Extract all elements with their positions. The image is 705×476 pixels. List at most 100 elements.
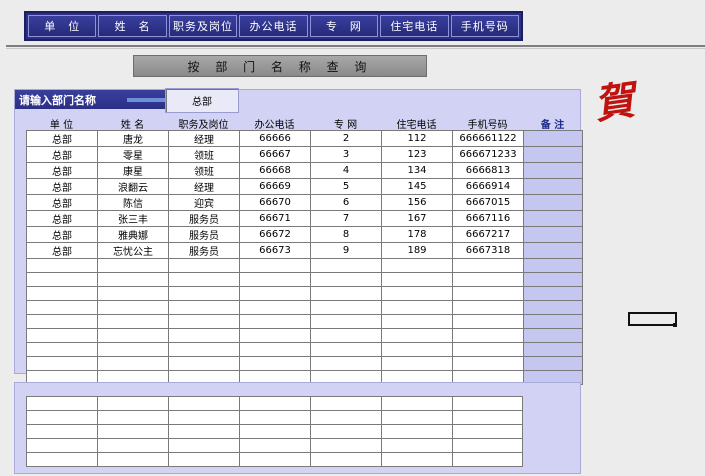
table-cell bbox=[310, 452, 382, 467]
table-cell: 陈信 bbox=[97, 194, 169, 211]
table-cell bbox=[239, 328, 311, 343]
table-cell bbox=[523, 342, 583, 357]
table-cell bbox=[310, 410, 382, 425]
results-table: 总部 唐龙 经理 66666 2 112 666661122 总部 零星 领班 66667 3 123 6… bbox=[26, 130, 583, 385]
table-cell bbox=[168, 438, 240, 453]
table-cell: 经理 bbox=[168, 130, 240, 147]
table-cell bbox=[97, 286, 169, 301]
table-cell: 3 bbox=[310, 146, 382, 163]
query-by-department-button[interactable]: 按 部 门 名 称 查 询 bbox=[133, 55, 427, 77]
table-cell: 6666914 bbox=[452, 178, 524, 195]
table-row bbox=[26, 286, 583, 301]
table-row[interactable]: 总部 唐龙 经理 66666 2 112 666661122 bbox=[26, 130, 583, 147]
table-cell bbox=[239, 410, 311, 425]
table-cell: 189 bbox=[381, 242, 453, 259]
top-nav: 单 位姓 名职务及岗位 办公电话专 网住宅电话 手机号码 bbox=[24, 11, 523, 41]
table-cell bbox=[97, 356, 169, 371]
table-header: 单 位 姓 名 职务及岗位 办公电话 专 网 住宅电话 手机号码 备 注 bbox=[26, 116, 582, 131]
table-cell bbox=[168, 396, 240, 411]
table-cell bbox=[523, 226, 583, 243]
table-cell: 2 bbox=[310, 130, 382, 147]
department-input[interactable]: 总部 bbox=[165, 88, 239, 113]
table-cell bbox=[523, 314, 583, 329]
table-cell: 零星 bbox=[97, 146, 169, 163]
table-row[interactable]: 总部 陈信 迎宾 66670 6 156 6667015 bbox=[26, 194, 583, 211]
table-cell: 总部 bbox=[26, 162, 98, 179]
table-cell bbox=[97, 424, 169, 439]
table-cell bbox=[168, 272, 240, 287]
table-cell bbox=[452, 410, 523, 425]
table-cell bbox=[452, 328, 524, 343]
table-cell: 唐龙 bbox=[97, 130, 169, 147]
table-row bbox=[26, 452, 523, 467]
table-cell bbox=[97, 396, 169, 411]
table-row[interactable]: 总部 零星 领班 66667 3 123 666671233 bbox=[26, 146, 583, 163]
table-cell: 领班 bbox=[168, 146, 240, 163]
table-cell bbox=[452, 356, 524, 371]
table-cell bbox=[168, 356, 240, 371]
table-cell bbox=[26, 438, 98, 453]
table-cell: 张三丰 bbox=[97, 210, 169, 227]
table-cell: 服务员 bbox=[168, 226, 240, 243]
table-cell: 6667217 bbox=[452, 226, 524, 243]
nav-button-4[interactable]: 专 网 bbox=[309, 15, 379, 37]
table-cell: 总部 bbox=[26, 242, 98, 259]
column-header: 备 注 bbox=[540, 119, 565, 131]
table-row[interactable]: 总部 浪翻云 经理 66669 5 145 6666914 bbox=[26, 178, 583, 195]
table-cell bbox=[26, 328, 98, 343]
table-cell bbox=[523, 258, 583, 273]
column-header: 职务及岗位 bbox=[178, 119, 229, 131]
table-cell bbox=[523, 286, 583, 301]
table-cell bbox=[523, 300, 583, 315]
table-cell bbox=[523, 272, 583, 287]
table-cell bbox=[310, 314, 382, 329]
table-cell: 66672 bbox=[239, 226, 311, 243]
table-cell bbox=[523, 210, 583, 227]
table-cell: 7 bbox=[310, 210, 382, 227]
table-cell bbox=[381, 328, 453, 343]
table-cell: 66666 bbox=[239, 130, 311, 147]
empty-box bbox=[628, 312, 677, 326]
table-cell bbox=[97, 410, 169, 425]
table-row bbox=[26, 424, 523, 439]
table-cell bbox=[26, 300, 98, 315]
table-row bbox=[26, 258, 583, 273]
table-cell: 浪翻云 bbox=[97, 178, 169, 195]
table-row bbox=[26, 356, 583, 371]
table-cell bbox=[97, 328, 169, 343]
nav-button-3[interactable]: 办公电话 bbox=[239, 15, 308, 37]
table-row[interactable]: 总部 雅典娜 服务员 66672 8 178 6667217 bbox=[26, 226, 583, 243]
table-row[interactable]: 总部 张三丰 服务员 66671 7 167 6667116 bbox=[26, 210, 583, 227]
table-row[interactable]: 总部 忘忧公主 服务员 66673 9 189 6667318 bbox=[26, 242, 583, 259]
divider bbox=[6, 48, 705, 49]
table-cell bbox=[97, 314, 169, 329]
table-cell bbox=[239, 286, 311, 301]
table-cell bbox=[26, 410, 98, 425]
table-cell: 66667 bbox=[239, 146, 311, 163]
table-cell bbox=[381, 452, 453, 467]
table-cell bbox=[26, 356, 98, 371]
table-cell bbox=[239, 356, 311, 371]
table-cell: 5 bbox=[310, 178, 382, 195]
lower-table bbox=[26, 396, 523, 467]
nav-button-5[interactable]: 住宅电话 bbox=[380, 15, 449, 37]
table-cell: 6 bbox=[310, 194, 382, 211]
table-cell bbox=[310, 300, 382, 315]
column-header: 办公电话 bbox=[254, 119, 295, 131]
table-cell bbox=[310, 328, 382, 343]
table-cell bbox=[452, 314, 524, 329]
table-cell: 156 bbox=[381, 194, 453, 211]
table-cell bbox=[381, 300, 453, 315]
table-row[interactable]: 总部 康星 领班 66668 4 134 6666813 bbox=[26, 162, 583, 179]
nav-button-0[interactable]: 单 位 bbox=[28, 15, 97, 37]
table-cell: 666671233 bbox=[452, 146, 524, 163]
nav-button-2[interactable]: 职务及岗位 bbox=[168, 15, 238, 37]
nav-button-1[interactable]: 姓 名 bbox=[98, 15, 167, 37]
table-cell bbox=[310, 356, 382, 371]
table-cell: 雅典娜 bbox=[97, 226, 169, 243]
nav-button-6[interactable]: 手机号码 bbox=[450, 15, 519, 37]
divider bbox=[6, 45, 705, 47]
table-cell: 9 bbox=[310, 242, 382, 259]
table-cell bbox=[523, 178, 583, 195]
table-cell bbox=[239, 342, 311, 357]
